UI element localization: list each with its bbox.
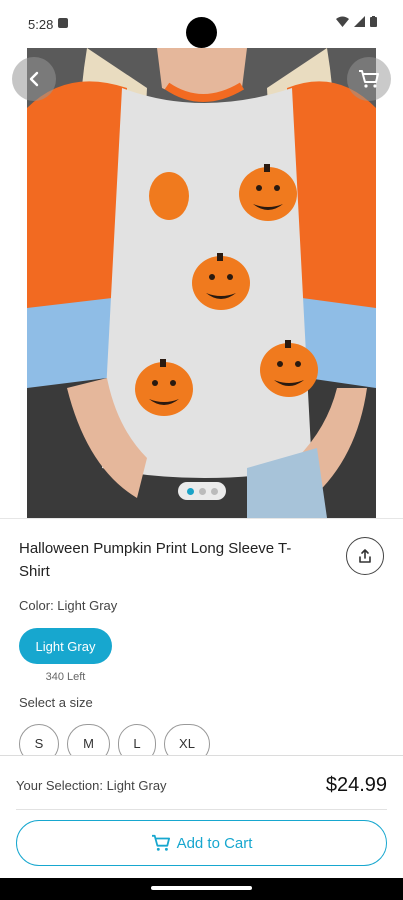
share-icon: [359, 549, 371, 563]
carousel-dot[interactable]: [198, 487, 206, 495]
purchase-panel: Your Selection: Light Gray $24.99 Add to…: [0, 755, 403, 878]
add-to-cart-button[interactable]: Add to Cart: [16, 820, 387, 866]
share-button[interactable]: [346, 537, 384, 575]
carousel-indicator: [178, 482, 226, 500]
back-button[interactable]: [12, 57, 56, 101]
product-title: Halloween Pumpkin Print Long Sleeve T-Sh…: [19, 540, 292, 580]
status-bar: 5:28: [0, 0, 403, 48]
wifi-icon: [336, 16, 349, 27]
size-option-xl[interactable]: XL: [164, 724, 210, 756]
stock-count: 340 Left: [45, 671, 86, 683]
product-image-carousel[interactable]: [0, 48, 403, 518]
color-option-light-gray[interactable]: Light Gray: [19, 628, 112, 664]
cart-icon: [151, 834, 170, 851]
camera-cutout: [186, 17, 217, 48]
system-nav-bar: [0, 878, 403, 900]
home-handle[interactable]: [151, 886, 252, 890]
price: $24.99: [325, 774, 387, 796]
back-arrow-icon: [29, 71, 39, 87]
battery-icon: [370, 16, 377, 27]
size-option-m[interactable]: M: [67, 724, 110, 756]
status-time: 5:28: [28, 17, 54, 32]
size-label: Select a size: [19, 695, 93, 710]
color-label: Color: Light Gray: [19, 598, 118, 613]
product-photo[interactable]: [27, 48, 376, 518]
size-options: S M L XL: [19, 724, 210, 756]
cart-icon: [359, 70, 379, 88]
selection-summary: Your Selection: Light Gray: [16, 778, 167, 793]
size-option-l[interactable]: L: [118, 724, 156, 756]
status-icons: [336, 16, 377, 27]
add-to-cart-label: Add to Cart: [176, 834, 253, 852]
divider: [16, 809, 387, 810]
size-option-s[interactable]: S: [19, 724, 59, 756]
header-cart-button[interactable]: [347, 57, 391, 101]
notification-icon: [58, 18, 68, 28]
divider: [0, 518, 403, 519]
carousel-dot[interactable]: [210, 487, 218, 495]
signal-icon: [354, 16, 365, 27]
carousel-dot[interactable]: [186, 487, 194, 495]
